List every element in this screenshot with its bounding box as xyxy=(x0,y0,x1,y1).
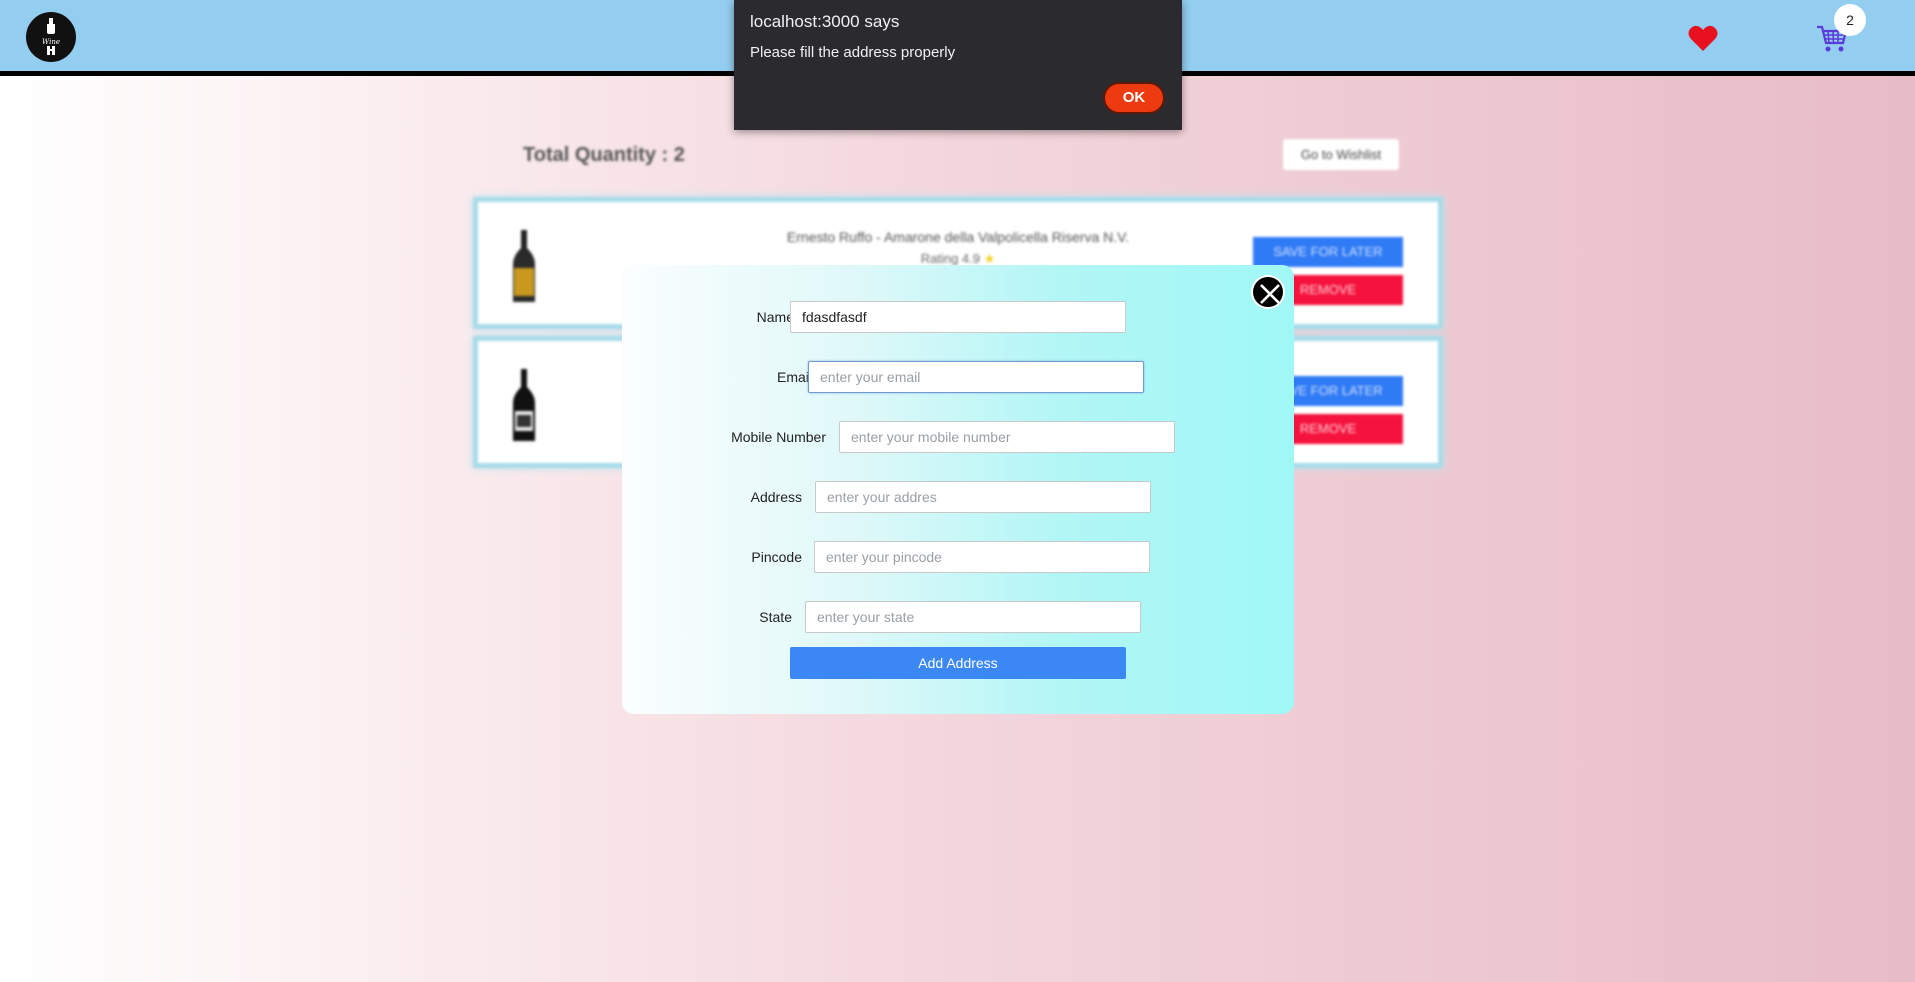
alert-title: localhost:3000 says xyxy=(750,12,900,31)
browser-alert-dialog: localhost:3000 says Please fill the addr… xyxy=(734,0,1182,130)
product-name: Ernesto Ruffo - Amarone della Valpolicel… xyxy=(786,229,1130,245)
total-quantity: Total Quantity : 2 xyxy=(523,144,685,166)
add-address-button[interactable]: Add Address xyxy=(790,647,1126,679)
close-modal-button[interactable] xyxy=(1251,275,1285,309)
email-input[interactable] xyxy=(808,361,1144,393)
address-input[interactable] xyxy=(815,481,1151,513)
mobile-number-input[interactable] xyxy=(839,421,1175,453)
name-label: Name xyxy=(756,309,794,325)
go-to-wishlist-button[interactable]: Go to Wishlist xyxy=(1283,139,1399,170)
name-input[interactable] xyxy=(790,301,1126,333)
wine-bottle-image xyxy=(513,369,535,441)
save-for-later-button[interactable]: SAVE FOR LATER xyxy=(1253,237,1403,267)
address-label: Address xyxy=(750,489,802,505)
pincode-input[interactable] xyxy=(814,541,1150,573)
email-label: Email xyxy=(776,369,812,385)
state-label: State xyxy=(759,609,792,625)
state-input[interactable] xyxy=(805,601,1141,633)
alert-ok-button[interactable]: OK xyxy=(1103,82,1165,114)
alert-message: Please fill the address properly xyxy=(750,44,956,61)
star-icon: ★ xyxy=(983,251,996,266)
wine-bottle-image xyxy=(513,230,535,302)
pincode-label: Pincode xyxy=(751,549,802,565)
close-icon xyxy=(1260,284,1280,304)
mobile-number-label: Mobile Number xyxy=(731,429,826,445)
address-modal: Name Email Mobile Number Address Pincode… xyxy=(622,265,1294,714)
